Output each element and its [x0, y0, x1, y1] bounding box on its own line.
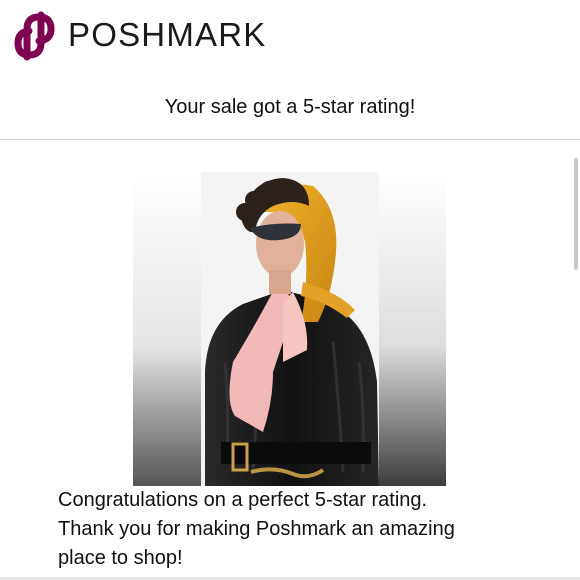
- message-line: Thank you for making Poshmark an amazing: [58, 518, 455, 540]
- brand-name[interactable]: POSHMARK: [68, 16, 266, 54]
- congratulations-message: Congratulations on a perfect 5-star rati…: [58, 486, 558, 573]
- product-photo-scarf: [133, 172, 446, 486]
- message-line: place to shop!: [58, 547, 183, 569]
- poshmark-logo-icon[interactable]: [11, 9, 59, 61]
- divider: [0, 139, 580, 140]
- message-line: Congratulations on a perfect 5-star rati…: [58, 489, 428, 511]
- rating-headline: Your sale got a 5-star rating!: [164, 96, 416, 118]
- product-photo[interactable]: [133, 172, 446, 486]
- scrollbar-thumb[interactable]: [574, 158, 578, 270]
- email-header: POSHMARK: [0, 0, 580, 70]
